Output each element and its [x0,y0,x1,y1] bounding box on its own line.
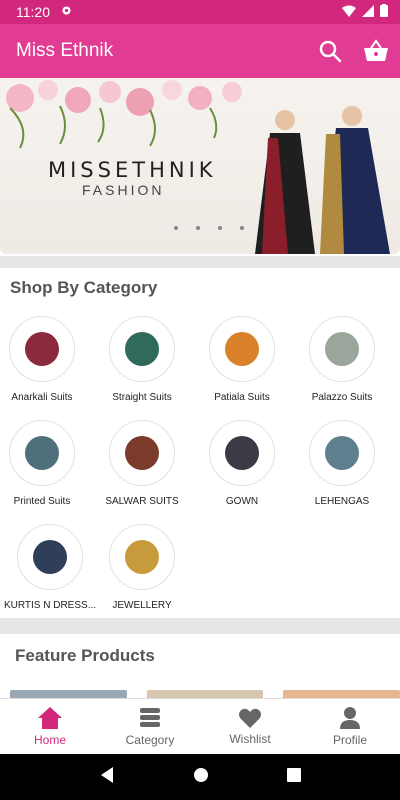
settings-gear-icon [60,4,73,20]
category-label: JEWELLERY [112,600,172,611]
nav-home-label: Home [33,733,66,747]
category-item-kurtis[interactable]: KURTIS N DRESS... [0,524,100,611]
category-item-salwar[interactable]: SALWAR SUITS [92,420,192,507]
category-thumb [109,316,175,382]
banner-brand-subtitle: FASHION [82,182,165,198]
bottom-navigation: Home Category Wishlist Profile [0,698,400,754]
category-item-straight[interactable]: Straight Suits [92,316,192,403]
nav-home[interactable]: Home [0,699,100,754]
category-item-lehengas[interactable]: LEHENGAS [292,420,392,507]
category-label: Printed Suits [13,496,71,507]
category-thumb [17,524,83,590]
heart-icon [239,708,261,728]
category-item-palazzo[interactable]: Palazzo Suits [292,316,392,403]
category-thumb [109,420,175,486]
category-thumb [9,316,75,382]
carousel-dot[interactable] [174,226,178,230]
models-image [255,106,390,254]
category-label: GOWN [225,496,259,507]
carousel-dot[interactable] [218,226,222,230]
feature-products-heading: Feature Products [15,646,155,665]
system-navigation-bar [0,754,400,800]
battery-icon [380,4,388,20]
person-icon [340,707,360,729]
nav-wishlist[interactable]: Wishlist [200,699,300,754]
category-item-anarkali[interactable]: Anarkali Suits [0,316,92,403]
category-label: Straight Suits [112,392,172,403]
home-circle-icon[interactable] [193,767,209,788]
nav-profile-label: Profile [332,733,367,747]
app-title: Miss Ethnik [16,40,114,61]
category-item-patiala[interactable]: Patiala Suits [192,316,292,403]
nav-profile[interactable]: Profile [300,699,400,754]
category-thumb [309,316,375,382]
signal-icon [362,4,374,20]
nav-category[interactable]: Category [100,699,200,754]
cart-basket-icon[interactable] [362,37,390,65]
category-thumb [209,420,275,486]
section-divider [0,256,400,268]
category-item-jewellery[interactable]: JEWELLERY [92,524,192,611]
stack-icon [140,708,160,727]
search-icon[interactable] [316,37,344,65]
carousel-dots [174,226,244,230]
wifi-icon [342,4,356,20]
recents-square-icon[interactable] [287,767,301,787]
shop-by-category-heading: Shop By Category [10,278,158,297]
category-item-gown[interactable]: GOWN [192,420,292,507]
category-thumb [109,524,175,590]
category-label: KURTIS N DRESS... [3,600,97,611]
home-icon [38,707,62,729]
category-label: Anarkali Suits [11,392,73,403]
category-thumb [9,420,75,486]
app-bar: Miss Ethnik [0,24,400,78]
category-label: LEHENGAS [314,496,370,507]
promo-banner[interactable]: MISSETHNIK FASHION [0,78,400,254]
category-item-printed[interactable]: Printed Suits [0,420,92,507]
nav-category-label: Category [125,733,175,747]
back-icon[interactable] [99,766,115,789]
banner-brand-title: MISSETHNIK [48,158,217,182]
nav-wishlist-label: Wishlist [229,732,271,746]
carousel-dot[interactable] [240,226,244,230]
category-label: Palazzo Suits [311,392,373,403]
category-label: SALWAR SUITS [105,496,179,507]
category-thumb [309,420,375,486]
section-divider [0,618,400,634]
floral-decoration [6,80,242,149]
status-bar: 11:20 [0,0,400,24]
status-time: 11:20 [16,4,50,20]
category-label: Patiala Suits [214,392,270,403]
carousel-dot[interactable] [196,226,200,230]
category-thumb [209,316,275,382]
